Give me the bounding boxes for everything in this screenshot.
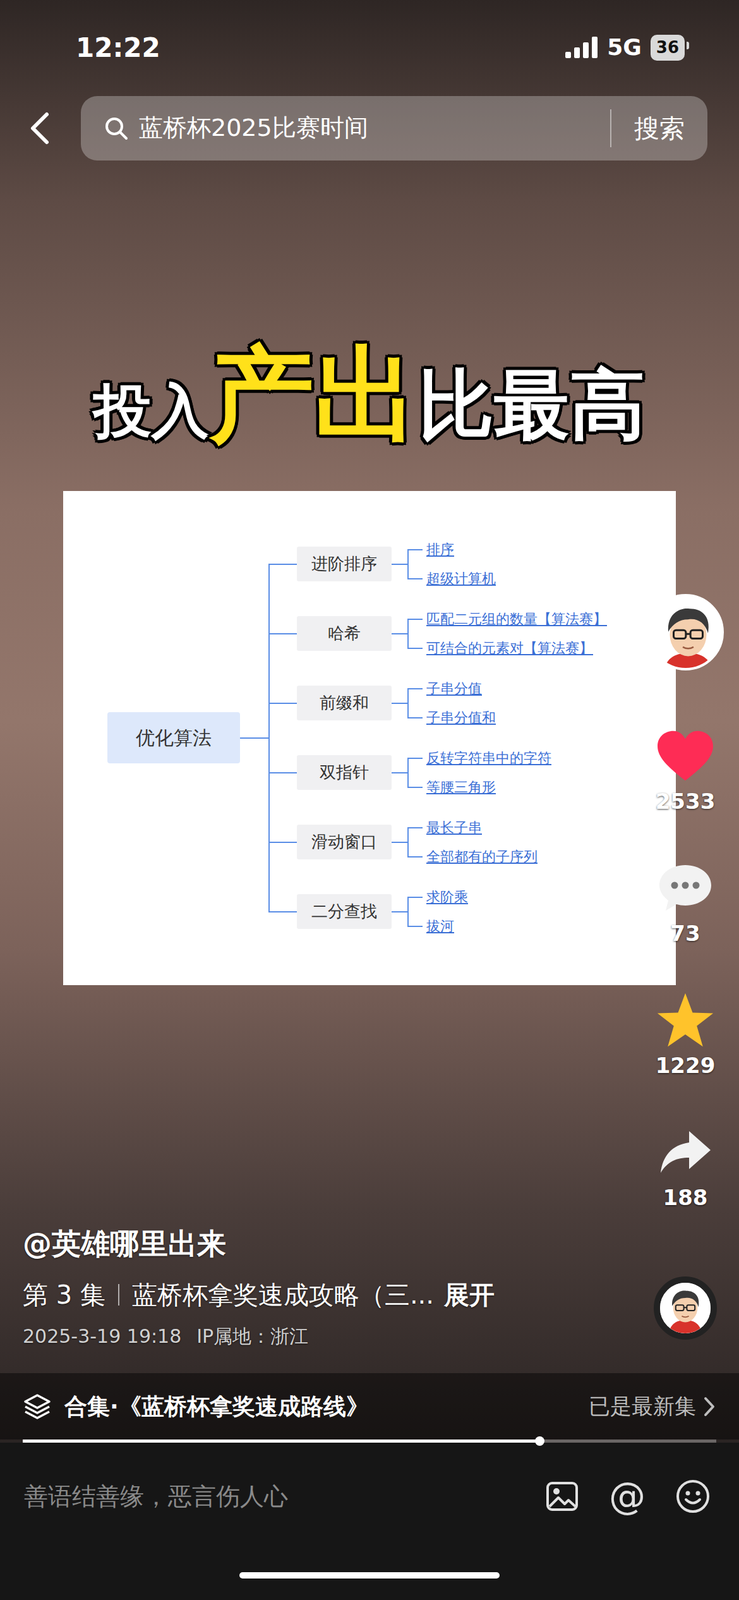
episode-number: 第 3 集 [22,1283,120,1305]
video-caption: 投入产出比最高 [0,337,739,453]
mention-button[interactable]: @ [608,1477,646,1515]
connector-line [391,841,408,843]
network-type: 5G [606,30,642,65]
spacer [0,984,739,1225]
caption-part: 比最高 [418,360,646,449]
mind-map-branch: 前缀和子串分值子串分值和 [296,668,607,738]
share-count: 188 [663,1183,709,1211]
author-avatar-icon[interactable] [647,593,724,671]
branch-label: 双指针 [296,754,392,790]
leaf-link[interactable]: 最长子串 [426,812,538,842]
search-bar: 蓝桥杯2025比赛时间搜索 [0,94,739,162]
status-bar: 12:22 5G 36 [0,0,739,95]
layers-icon [22,1391,52,1421]
leaf-list: 反转字符串中的字符等腰三角形 [407,743,552,802]
screen: 12:225G36蓝桥杯2025比赛时间搜索投入产出比最高优化算法进阶排序排序超… [0,0,739,1600]
leaf-link[interactable]: 排序 [426,534,496,565]
comment-icon[interactable] [653,855,717,920]
connector-line [240,737,269,739]
star-icon[interactable] [653,987,717,1052]
leaf-link[interactable]: 等腰三角形 [426,772,552,802]
search-icon [103,115,129,141]
mind-map-branch: 二分查找求阶乘拔河 [296,876,607,947]
post-date: 2025-3-19 19:18 [22,1323,182,1349]
clock: 12:22 [75,27,161,68]
home-indicator[interactable] [239,1571,500,1578]
caption-part: 投入 [93,377,210,445]
collection-bar[interactable]: 合集·《蓝桥杯拿奖速成路线》已是最新集 [0,1372,739,1439]
home-area [0,1549,739,1600]
progress-knob[interactable] [534,1435,545,1446]
signal-icon [565,36,599,59]
leaf-list: 最长子串全部都有的子序列 [407,812,538,872]
image-icon[interactable] [544,1478,580,1514]
leaf-link[interactable]: 反转字符串中的字符 [426,743,552,773]
leaf-link[interactable]: 拔河 [426,911,469,941]
leaf-link[interactable]: 超级计算机 [426,564,496,594]
collection-title: 合集·《蓝桥杯拿奖速成路线》 [64,1388,577,1424]
heart-icon[interactable] [653,723,717,788]
mind-map-branch: 双指针反转字符串中的字符等腰三角形 [296,737,607,808]
chevron-right-icon [702,1395,717,1417]
latest-label: 已是最新集 [588,1389,697,1422]
heart-count: 2533 [655,787,716,815]
comment-input[interactable]: 善语结善缘，恶言伤人心 [24,1478,516,1515]
connector-line [391,910,408,913]
mind-map-branch: 进阶排序排序超级计算机 [296,529,607,599]
video-meta: 2025-3-19 19:18 IP属地：浙江 [22,1323,717,1349]
emoji-icon[interactable] [674,1477,712,1515]
leaf-link[interactable]: 全部都有的子序列 [426,841,538,872]
heart-action[interactable]: 2533 [653,723,717,815]
progress-track[interactable] [22,1438,717,1442]
back-arrow-icon[interactable] [27,110,54,146]
leaf-link[interactable]: 匹配二元组的数量【算法赛】 [426,604,607,634]
video-info: @英雄哪里出来第 3 集蓝桥杯拿奖速成攻略（三... 展开 2025-3-19 19… [0,1223,739,1349]
title-text: 蓝桥杯拿奖速成攻略（三... [132,1277,434,1311]
search-query[interactable]: 蓝桥杯2025比赛时间 [138,109,601,146]
mind-map-branch: 哈希匹配二元组的数量【算法赛】可结合的元素对【算法赛】 [296,598,607,669]
search-button[interactable]: 搜索 [610,109,685,148]
music-disc-icon[interactable] [653,1275,717,1340]
mind-map: 优化算法进阶排序排序超级计算机哈希匹配二元组的数量【算法赛】可结合的元素对【算法… [63,490,676,985]
branch-list: 进阶排序排序超级计算机哈希匹配二元组的数量【算法赛】可结合的元素对【算法赛】前缀… [268,529,607,947]
status-icons: 5G 36 [565,30,689,65]
comment-bar[interactable]: 善语结善缘，恶言伤人心 @ [0,1441,739,1550]
action-column: 2533 73 1229 188 [637,593,733,1340]
branch-label: 前缀和 [296,685,392,721]
comment-count: 73 [670,919,700,947]
connector-line [391,632,408,635]
branch-label: 哈希 [296,615,392,651]
collection-status: 已是最新集 [588,1389,717,1422]
mind-map-root: 优化算法 [107,711,241,764]
leaf-list: 排序超级计算机 [407,534,496,594]
leaf-link[interactable]: 可结合的元素对【算法赛】 [426,633,607,663]
branch-label: 滑动窗口 [296,824,392,860]
connector-line [391,771,408,774]
battery-level: 36 [650,34,685,61]
connector-line [391,702,408,704]
comment-action[interactable]: 73 [653,855,717,947]
leaf-link[interactable]: 求阶乘 [426,882,469,912]
video-player[interactable]: 12:225G36蓝桥杯2025比赛时间搜索投入产出比最高优化算法进阶排序排序超… [0,0,739,1442]
ip-location: IP属地：浙江 [196,1323,309,1349]
caption-part: 产出 [209,334,419,456]
share-icon[interactable] [653,1119,717,1184]
branch-label: 二分查找 [296,893,392,929]
star-count: 1229 [655,1051,716,1079]
leaf-link[interactable]: 子串分值和 [426,702,496,733]
expand-button[interactable]: 展开 [444,1277,495,1311]
video-title: 第 3 集蓝桥杯拿奖速成攻略（三... 展开 [22,1277,717,1311]
search-field[interactable]: 蓝桥杯2025比赛时间搜索 [80,96,708,161]
author-name[interactable]: @英雄哪里出来 [22,1223,717,1263]
mind-map-branch: 滑动窗口最长子串全部都有的子序列 [296,807,607,877]
star-action[interactable]: 1229 [653,987,717,1079]
leaf-list: 匹配二元组的数量【算法赛】可结合的元素对【算法赛】 [407,604,607,663]
branch-label: 进阶排序 [296,546,392,582]
leaf-list: 求阶乘拔河 [407,882,469,941]
progress-fill [22,1438,540,1442]
leaf-link[interactable]: 子串分值 [426,673,496,703]
leaf-list: 子串分值子串分值和 [407,673,496,733]
connector-line [391,563,408,565]
share-action[interactable]: 188 [653,1119,717,1211]
